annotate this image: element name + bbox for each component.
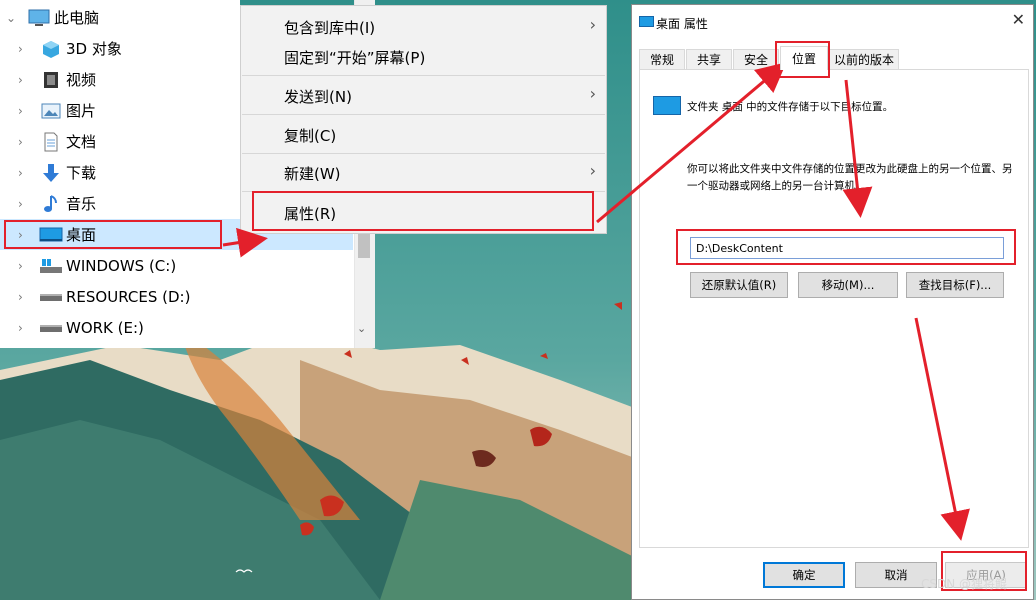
- picture-icon: [38, 101, 64, 121]
- folder-icon: [639, 16, 654, 27]
- tree-item-label: 图片: [66, 102, 97, 120]
- menu-item-label: 固定到“开始”屏幕(P): [284, 49, 426, 67]
- desktop-icon: [38, 225, 64, 245]
- chevron-right-icon[interactable]: ›: [18, 290, 36, 304]
- cube-icon: [38, 39, 64, 59]
- menu-item-send-to[interactable]: 发送到(N): [284, 86, 352, 107]
- drive-icon: [38, 318, 64, 338]
- submenu-arrow-icon: ›: [589, 161, 596, 180]
- tab-strip: 常规 共享 安全 位置 以前的版本: [639, 46, 1027, 70]
- restore-default-button[interactable]: 还原默认值(R): [690, 272, 788, 298]
- tree-item-label: 桌面: [66, 226, 97, 244]
- menu-item-label: 包含到库中(I): [284, 19, 376, 37]
- drive-icon: [38, 287, 64, 307]
- tree-item-documents[interactable]: › 文档: [0, 126, 240, 157]
- find-target-button[interactable]: 查找目标(F)...: [906, 272, 1004, 298]
- tree-item-downloads[interactable]: › 下载: [0, 157, 240, 188]
- tab-sharing[interactable]: 共享: [686, 49, 732, 69]
- tab-previous-versions[interactable]: 以前的版本: [829, 49, 899, 69]
- location-tab-panel: 文件夹 桌面 中的文件存储于以下目标位置。 你可以将此文件夹中文件存储的位置更改…: [639, 69, 1029, 548]
- tree-item-drive-c[interactable]: › WINDOWS (C:): [0, 250, 240, 281]
- location-path-input[interactable]: [690, 237, 1004, 259]
- tree-item-label: 下载: [66, 164, 97, 182]
- ok-button[interactable]: 确定: [763, 562, 845, 588]
- menu-item-include-in-library[interactable]: 包含到库中(I): [284, 17, 375, 38]
- chevron-right-icon[interactable]: ›: [18, 73, 36, 87]
- menu-item-pin-to-start[interactable]: 固定到“开始”屏幕(P): [284, 47, 425, 68]
- document-icon: [38, 132, 64, 152]
- tab-security[interactable]: 安全: [733, 49, 779, 69]
- tree-item-label: 此电脑: [54, 9, 100, 27]
- tab-label: 共享: [696, 53, 721, 67]
- submenu-arrow-icon: ›: [589, 84, 596, 103]
- move-description: 你可以将此文件夹中文件存储的位置更改为此硬盘上的另一个位置、另一个驱动器或网络上…: [687, 163, 1013, 192]
- tree-item-label: 3D 对象: [66, 40, 122, 58]
- tree-item-3d-objects[interactable]: › 3D 对象: [0, 33, 240, 64]
- tree-item-videos[interactable]: › 视频: [0, 64, 240, 95]
- tab-label: 安全: [743, 53, 768, 67]
- tab-label: 常规: [649, 53, 674, 67]
- tree-item-label: RESOURCES (D:): [66, 287, 191, 306]
- tree-item-drive-e[interactable]: › WORK (E:): [0, 312, 240, 343]
- context-menu: 包含到库中(I) › 固定到“开始”屏幕(P) 发送到(N) › 复制(C) 新…: [240, 5, 607, 234]
- watermark-text: CSDN @狸将鲲: [921, 577, 1008, 591]
- chevron-right-icon[interactable]: ›: [18, 321, 36, 335]
- menu-separator: [242, 191, 605, 192]
- tab-label: 以前的版本: [833, 53, 894, 67]
- windows-drive-icon: [38, 256, 64, 276]
- menu-item-label: 新建(W): [284, 165, 341, 183]
- tree-item-drive-d[interactable]: › RESOURCES (D:): [0, 281, 240, 312]
- menu-item-label: 发送到(N): [284, 88, 352, 106]
- tree-item-music[interactable]: › 音乐: [0, 188, 240, 219]
- menu-separator: [242, 153, 605, 154]
- tree-item-label: WORK (E:): [66, 318, 144, 337]
- chevron-right-icon[interactable]: ›: [18, 166, 36, 180]
- chevron-right-icon[interactable]: ›: [18, 135, 36, 149]
- chevron-right-icon[interactable]: ›: [18, 42, 36, 56]
- chevron-right-icon[interactable]: ›: [18, 228, 36, 242]
- tree-item-label: 音乐: [66, 195, 97, 213]
- tab-location[interactable]: 位置: [780, 46, 828, 70]
- menu-item-copy[interactable]: 复制(C): [284, 125, 336, 146]
- download-arrow-icon: [38, 163, 64, 183]
- scroll-down-arrow-icon[interactable]: ⌄: [357, 322, 366, 335]
- close-icon[interactable]: ✕: [1012, 10, 1025, 29]
- menu-item-new[interactable]: 新建(W): [284, 163, 341, 184]
- tree-item-label: WINDOWS (C:): [66, 256, 177, 275]
- properties-dialog: 桌面 属性 ✕ 常规 共享 安全 位置 以前的版本 文件夹 桌面 中的文件存储于…: [631, 4, 1034, 600]
- chevron-right-icon[interactable]: ›: [18, 259, 36, 273]
- menu-separator: [242, 114, 605, 115]
- menu-item-properties[interactable]: 属性(R): [284, 203, 336, 224]
- tab-label: 位置: [791, 52, 816, 66]
- desktop-folder-icon: [653, 96, 681, 115]
- tree-item-label: 视频: [66, 71, 97, 89]
- tab-general[interactable]: 常规: [639, 49, 685, 69]
- music-note-icon: [38, 194, 64, 214]
- scrollbar-thumb[interactable]: [358, 232, 370, 258]
- chevron-right-icon[interactable]: ›: [18, 197, 36, 211]
- dialog-title: 桌面 属性: [656, 17, 708, 31]
- chevron-down-icon[interactable]: ⌄: [6, 11, 24, 25]
- tree-item-this-pc[interactable]: ⌄ 此电脑: [0, 2, 240, 33]
- chevron-right-icon[interactable]: ›: [18, 104, 36, 118]
- monitor-icon: [26, 8, 52, 28]
- menu-item-label: 属性(R): [284, 205, 337, 223]
- menu-separator: [242, 75, 605, 76]
- tree-item-pictures[interactable]: › 图片: [0, 95, 240, 126]
- location-description: 文件夹 桌面 中的文件存储于以下目标位置。: [687, 101, 894, 113]
- tree-item-label: 文档: [66, 133, 97, 151]
- menu-item-label: 复制(C): [284, 127, 337, 145]
- move-button[interactable]: 移动(M)...: [798, 272, 898, 298]
- film-icon: [38, 70, 64, 90]
- submenu-arrow-icon: ›: [589, 15, 596, 34]
